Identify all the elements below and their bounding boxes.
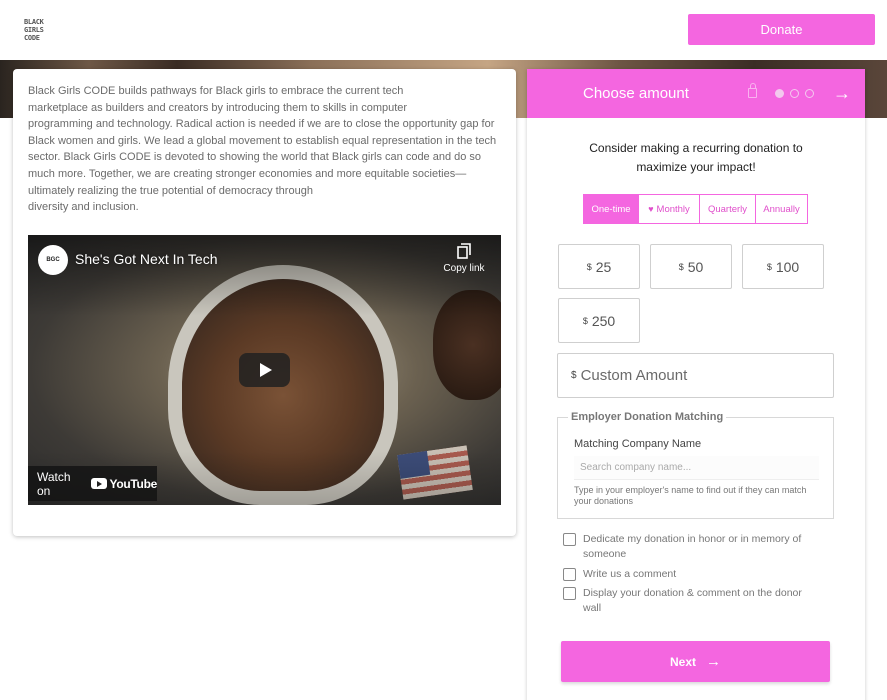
frequency-monthly[interactable]: ♥ Monthly	[639, 195, 700, 223]
about-card: Black Girls CODE builds pathways for Bla…	[13, 69, 516, 536]
frequency-quarterly[interactable]: Quarterly	[700, 195, 756, 223]
step-indicator-1	[775, 89, 784, 98]
frequency-one-time[interactable]: One-time	[584, 195, 639, 223]
watch-on-youtube-button[interactable]: Watch on YouTube	[28, 466, 157, 501]
logo[interactable]: BLACK GIRLS CODE	[24, 18, 56, 44]
matching-company-label: Matching Company Name	[574, 438, 702, 450]
logo-line-1: BLACK	[24, 18, 44, 26]
donation-panel: Choose amount → Consider making a recurr…	[527, 69, 865, 700]
custom-amount-input[interactable]: $ Custom Amount	[557, 353, 834, 398]
about-line: programming and technology. Radical acti…	[28, 118, 495, 131]
amount-value: 250	[591, 312, 616, 329]
dedicate-checkbox[interactable]	[563, 533, 576, 546]
company-search-placeholder: Search company name...	[580, 462, 692, 473]
frequency-annually[interactable]: Annually	[756, 195, 807, 223]
amount-value: 100	[775, 258, 800, 275]
youtube-label: YouTube	[109, 476, 158, 491]
next-label: Next	[669, 654, 696, 669]
copy-icon	[457, 243, 471, 259]
play-icon[interactable]	[239, 353, 290, 387]
amount-option[interactable]: $ 25	[558, 244, 640, 289]
video-player[interactable]: BGC She's Got Next In Tech Copy link Wat…	[28, 235, 501, 505]
about-line: much more. Together, we are creating str…	[28, 167, 467, 180]
currency-symbol: $	[766, 261, 772, 272]
about-text: Black Girls CODE builds pathways for Bla…	[28, 83, 503, 216]
matching-hint: Type in your employer's name to find out…	[574, 485, 807, 506]
comment-label: Write us a comment	[583, 568, 677, 580]
video-title[interactable]: She's Got Next In Tech	[75, 251, 218, 267]
amount-option[interactable]: $ 250	[558, 298, 640, 343]
about-line: Black Girls CODE builds pathways for Bla…	[28, 85, 404, 97]
copy-link-button[interactable]: Copy link	[442, 243, 486, 274]
logo-line-3: CODE	[24, 34, 40, 42]
about-line: sector. Black Girls CODE is devoted to s…	[28, 151, 482, 164]
frequency-monthly-label: Monthly	[656, 203, 690, 215]
about-line: marketplace as builders and creators by …	[28, 101, 408, 114]
panel-title: Choose amount	[583, 85, 689, 102]
logo-line-2: GIRLS	[24, 26, 44, 34]
heart-icon: ♥	[648, 204, 654, 214]
amount-value: 50	[687, 258, 704, 275]
currency-symbol: $	[678, 261, 684, 272]
currency-symbol: $	[586, 261, 592, 272]
dedicate-label: Dedicate my donation in honor or in memo…	[583, 533, 802, 560]
youtube-icon: YouTube	[90, 476, 158, 491]
about-line: diversity and inclusion.	[28, 201, 139, 214]
currency-symbol: $	[571, 370, 577, 381]
employer-matching-section: Employer Donation Matching Matching Comp…	[557, 411, 834, 519]
step-indicator-2	[790, 89, 799, 98]
copy-link-label: Copy link	[443, 263, 485, 274]
amount-option[interactable]: $ 50	[650, 244, 732, 289]
company-search-input[interactable]: Search company name...	[574, 456, 819, 480]
about-line: ultimately realizing the true potential …	[28, 184, 313, 197]
panel-header: Choose amount →	[527, 69, 865, 118]
frequency-selector: One-time ♥ Monthly Quarterly Annually	[583, 194, 808, 224]
donate-button[interactable]: Donate	[688, 14, 875, 45]
donor-wall-label: Display your donation & comment on the d…	[583, 587, 802, 614]
arrow-right-icon[interactable]: →	[833, 83, 851, 104]
step-indicator-3	[805, 89, 814, 98]
currency-symbol: $	[582, 315, 588, 326]
watch-on-label: Watch on	[37, 469, 71, 498]
channel-avatar[interactable]: BGC	[38, 245, 68, 275]
arrow-right-icon: →	[706, 653, 721, 670]
lock-icon	[748, 83, 757, 98]
dedicate-checkbox-row[interactable]: Dedicate my donation in honor or in memo…	[563, 532, 813, 562]
donor-wall-checkbox[interactable]	[563, 587, 576, 600]
recurring-intro: Consider making a recurring donation to …	[589, 141, 803, 174]
matching-legend: Employer Donation Matching	[568, 411, 727, 423]
custom-amount-placeholder: Custom Amount	[580, 367, 688, 384]
next-button[interactable]: Next →	[561, 641, 830, 682]
amount-option[interactable]: $ 100	[742, 244, 824, 289]
comment-checkbox-row[interactable]: Write us a comment	[563, 567, 813, 582]
comment-checkbox[interactable]	[563, 568, 576, 581]
about-line: Black women and girls. We lead a global …	[28, 134, 497, 147]
amount-value: 25	[595, 258, 612, 275]
donor-wall-checkbox-row[interactable]: Display your donation & comment on the d…	[563, 586, 813, 616]
top-bar: BLACK GIRLS CODE Donate	[0, 0, 887, 60]
